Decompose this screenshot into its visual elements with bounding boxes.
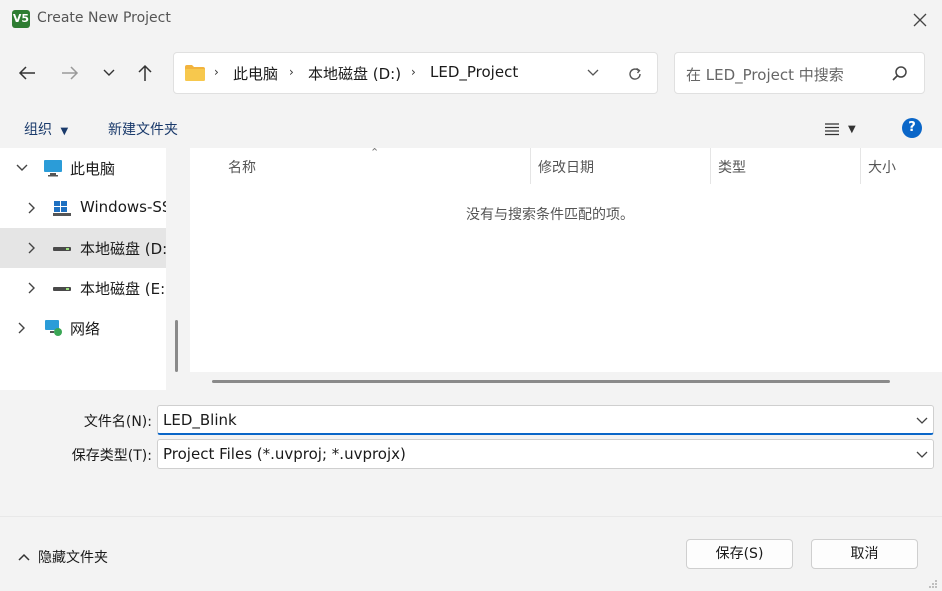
network-icon [45,320,62,336]
breadcrumb-led-project[interactable]: LED_Project [430,63,518,81]
column-divider[interactable] [710,148,711,184]
chevron-right-icon[interactable] [24,200,40,216]
file-list-pane[interactable]: ⌃ 名称 修改日期 类型 大小 没有与搜索条件匹配的项。 [190,146,942,390]
filetype-value: Project Files (*.uvproj; *.uvprojx) [163,445,406,463]
forward-button[interactable] [55,58,85,88]
drive-icon [53,247,71,251]
close-icon [913,13,927,27]
column-header-size[interactable]: 大小 [868,157,896,177]
address-history-dropdown[interactable] [583,63,603,83]
computer-icon [44,160,62,177]
new-folder-button[interactable]: 新建文件夹 [108,119,178,139]
chevron-right-icon[interactable] [24,240,40,256]
nav-item-label: 本地磁盘 (E:) [80,280,166,298]
drive-icon [53,287,71,291]
column-divider[interactable] [530,148,531,184]
nav-item-network[interactable]: 网络 [0,308,166,348]
hide-folders-label: 隐藏文件夹 [38,550,108,566]
navigation-pane[interactable]: 此电脑 Windows-SSD 本地磁盘 (D:) 本地磁盘 (E:) 网络 [0,148,166,390]
chevron-right-icon: › [411,65,416,79]
search-box[interactable]: 在 LED_Project 中搜索 [674,52,925,94]
save-button[interactable]: 保存(S) [686,539,793,569]
back-button[interactable] [12,58,42,88]
title-bar: V5 Create New Project [0,0,942,40]
chevron-right-icon[interactable] [24,280,40,296]
window-title: Create New Project [37,10,171,26]
hide-folders-toggle[interactable]: 隐藏文件夹 [18,547,108,567]
filetype-select[interactable]: Project Files (*.uvproj; *.uvprojx) [157,439,934,469]
organize-button[interactable]: 组织 ▼ [24,119,68,139]
nav-item-label: 此电脑 [70,160,116,178]
refresh-button[interactable] [624,63,646,85]
organize-label: 组织 [24,122,52,138]
column-header-date-modified[interactable]: 修改日期 [538,157,594,177]
chevron-down-icon[interactable] [14,160,30,176]
nav-item-this-pc[interactable]: 此电脑 [0,148,166,188]
list-view-icon [825,123,839,136]
nav-pane-scrollbar[interactable] [175,320,178,372]
nav-item-label: 网络 [70,320,101,338]
chevron-up-icon [18,553,30,561]
chevron-right-icon: › [214,65,219,79]
chevron-down-icon [103,69,115,76]
up-button[interactable] [130,58,160,88]
pane-splitter[interactable] [166,148,190,390]
view-options-button[interactable]: ▼ [824,118,868,140]
arrow-up-icon [138,64,152,81]
caret-down-icon: ▼ [848,123,856,135]
nav-item-drive-d[interactable]: 本地磁盘 (D:) [0,228,166,268]
breadcrumb-this-pc[interactable]: 此电脑 [233,63,278,84]
filetype-label: 保存类型(T): [71,448,152,464]
column-header-type[interactable]: 类型 [718,157,746,177]
chevron-down-icon[interactable] [915,448,929,462]
help-icon[interactable]: ? [902,118,922,138]
horizontal-scrollbar[interactable] [190,372,942,390]
chevron-down-icon [587,69,599,76]
sort-caret-icon: ⌃ [370,146,380,159]
nav-item-label: Windows-SSD [80,198,166,216]
refresh-icon [629,67,641,80]
arrow-right-icon [62,66,79,80]
breadcrumb-drive-d[interactable]: 本地磁盘 (D:) [308,63,401,84]
windows-drive-icon [53,201,71,216]
nav-item-label: 本地磁盘 (D:) [80,240,166,258]
cancel-button[interactable]: 取消 [811,539,918,569]
caret-down-icon: ▼ [60,126,69,137]
filename-label: 文件名(N): [83,414,152,430]
column-divider[interactable] [860,148,861,184]
search-input[interactable]: 在 LED_Project 中搜索 [686,64,844,85]
recent-locations-button[interactable] [94,58,124,88]
address-bar[interactable]: › 此电脑 › 本地磁盘 (D:) › LED_Project [173,52,658,94]
column-header-name[interactable]: 名称 [228,157,256,177]
chevron-right-icon[interactable] [14,320,30,336]
search-icon[interactable] [890,64,910,84]
chevron-down-icon[interactable] [915,414,929,428]
empty-folder-message: 没有与搜索条件匹配的项。 [466,207,634,223]
close-button[interactable] [904,6,936,34]
nav-item-windows-ssd[interactable]: Windows-SSD [0,188,166,228]
arrow-left-icon [18,66,35,80]
toolbar: 组织 ▼ 新建文件夹 ▼ ? [0,108,942,148]
scrollbar-thumb[interactable] [212,380,890,383]
nav-item-drive-e[interactable]: 本地磁盘 (E:) [0,268,166,308]
resize-grip-icon[interactable] [928,579,938,589]
filename-field[interactable]: LED_Blink [157,405,934,435]
dialog-footer: 隐藏文件夹 保存(S) 取消 [0,516,942,591]
app-icon: V5 [12,10,30,28]
folder-icon [185,65,205,81]
filename-value[interactable]: LED_Blink [163,411,237,429]
chevron-right-icon: › [289,65,294,79]
